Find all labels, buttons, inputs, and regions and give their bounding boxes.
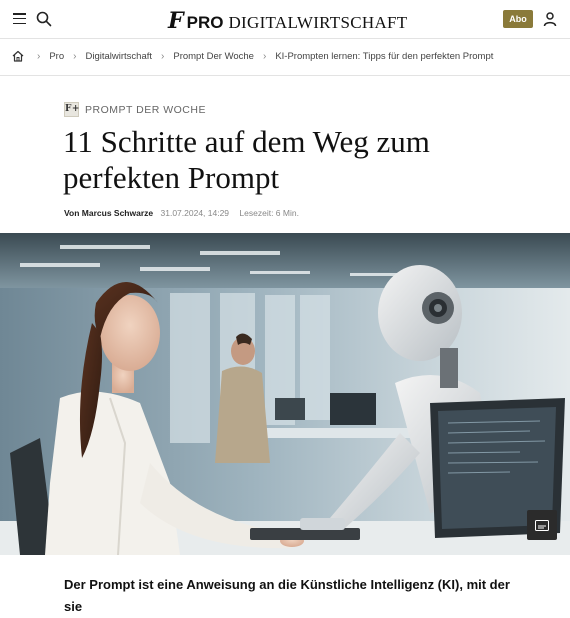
header-divider xyxy=(0,38,570,39)
author-link[interactable]: Von Marcus Schwarze xyxy=(64,208,153,218)
breadcrumb-item-digitalwirtschaft[interactable]: Digitalwirtschaft xyxy=(85,51,152,62)
logo-pro: PRO xyxy=(186,13,224,32)
site-logo[interactable]: F PRO DIGITALWIRTSCHAFT xyxy=(168,8,408,34)
breadcrumb-separator: › xyxy=(161,50,165,62)
breadcrumb-item-prompt-der-woche[interactable]: Prompt Der Woche xyxy=(173,51,254,62)
breadcrumb-divider xyxy=(0,75,570,76)
breadcrumb-separator: › xyxy=(73,50,77,62)
breadcrumb-item-pro[interactable]: Pro xyxy=(49,51,64,62)
search-icon[interactable] xyxy=(36,11,52,27)
article-byline: Von Marcus Schwarze 31.07.2024, 14:29 Le… xyxy=(64,208,299,218)
logo-mark: F xyxy=(168,8,184,34)
user-icon[interactable] xyxy=(542,11,558,27)
caption-icon xyxy=(535,519,549,531)
article-title: 11 Schritte auf dem Weg zum perfekten Pr… xyxy=(63,124,430,195)
breadcrumb-item-current-article[interactable]: KI-Prompten lernen: Tipps für den perfek… xyxy=(275,51,493,62)
top-navigation-bar: F PRO DIGITALWIRTSCHAFT Abo xyxy=(0,0,570,38)
hamburger-menu-icon[interactable] xyxy=(13,13,26,25)
home-icon[interactable] xyxy=(12,50,24,62)
abo-button[interactable]: Abo xyxy=(503,10,533,28)
publish-date: 31.07.2024, 14:29 xyxy=(160,208,230,218)
logo-section-name: DIGITALWIRTSCHAFT xyxy=(228,13,408,32)
breadcrumb: › Pro › Digitalwirtschaft › Prompt Der W… xyxy=(12,49,493,63)
breadcrumb-separator: › xyxy=(262,50,267,62)
article-kicker: F+ PROMPT DER WOCHE xyxy=(64,102,206,117)
caption-toggle-button[interactable] xyxy=(527,510,557,540)
reading-time: Lesezeit: 6 Min. xyxy=(239,208,299,218)
fplus-badge-icon: F+ xyxy=(64,102,79,117)
breadcrumb-separator: › xyxy=(37,50,41,62)
hero-image xyxy=(0,233,570,555)
article-lead: Der Prompt ist eine Anweisung an die Kün… xyxy=(64,577,510,614)
kicker-label[interactable]: PROMPT DER WOCHE xyxy=(85,104,206,116)
